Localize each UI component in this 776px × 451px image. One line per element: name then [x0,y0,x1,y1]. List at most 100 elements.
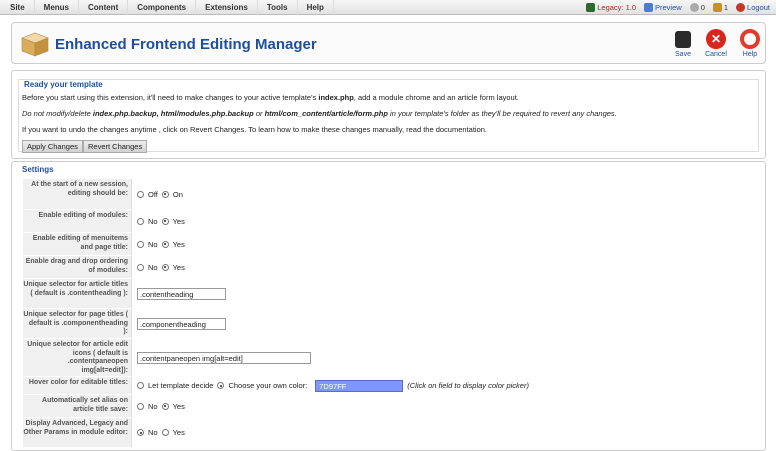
setting-control: Let template decide Choose your own colo… [137,377,529,394]
option-label: Yes [172,239,185,249]
help-button[interactable]: Help [736,29,764,58]
legacy-label: Legacy: 1.0 [597,3,637,12]
setting-row: Enable editing of menuitems and page tit… [23,233,758,256]
help-label: Help [742,51,758,58]
preview-icon [644,3,654,12]
ready-template-panel: Ready your template Before you start usi… [11,70,766,159]
logout-link[interactable]: Logout [736,3,770,12]
setting-control: No Yes [137,256,185,278]
status-bar: Legacy: 1.0 Preview 0 1 Logout [586,0,770,15]
setting-label: Enable editing of menuitems and page tit… [23,233,132,255]
radio-off[interactable] [137,190,144,198]
cancel-x-icon: ✕ [706,29,726,49]
setting-label: At the start of a new session, editing s… [23,179,132,209]
radio-no[interactable] [137,240,144,248]
hover-color-input[interactable]: 7D97FF [315,379,404,392]
setting-row: Hover color for editable titles: Let tem… [23,377,758,395]
setting-row: Enable editing of modules: No Yes [23,210,758,233]
page-title-selector-input[interactable]: .componentheading [137,317,226,330]
menu-bar: Site Menus Content Components Extensions… [0,0,776,15]
menu-extensions[interactable]: Extensions [196,0,258,15]
setting-label: Enable editing of modules: [23,210,132,232]
settings-panel: Settings At the start of a new session, … [11,161,766,451]
radio-no[interactable] [137,263,144,271]
revert-changes-button[interactable]: Revert Changes [83,140,148,153]
setting-label: Unique selector for article edit icons (… [23,339,132,376]
setting-label: Unique selector for article titles ( def… [23,279,132,308]
setting-label: Automatically set alias on article title… [23,395,132,417]
option-label: Let template decide [148,381,214,390]
option-label: Off [148,189,158,199]
setting-row: At the start of a new session, editing s… [23,179,758,210]
setting-row: Display Advanced, Legacy and Other Param… [23,418,758,448]
messages-count[interactable]: 0 [689,3,705,12]
floppy-disk-icon [675,31,691,48]
menu-menus[interactable]: Menus [35,0,80,15]
toolbar-header: Enhanced Frontend Editing Manager Save ✕… [11,22,766,64]
radio-yes[interactable] [161,402,169,410]
option-label: Yes [172,428,185,437]
setting-row: Unique selector for page titles ( defaul… [23,309,758,339]
legacy-icon [586,3,596,12]
menu-content[interactable]: Content [79,0,129,15]
edit-icon-selector-input[interactable]: .contentpaneopen img[alt=edit] [137,351,311,364]
radio-yes[interactable] [161,263,169,271]
page-title: Enhanced Frontend Editing Manager [55,36,317,53]
radio-no[interactable] [137,429,144,436]
box-logo-icon [21,32,49,57]
radio-template-decide[interactable] [137,382,144,389]
preview-label: Preview [655,3,682,12]
users-icon [712,3,722,12]
setting-control: .contentpaneopen img[alt=edit] [137,339,311,376]
ready-line-2: Do not modify/delete index.php.backup, h… [22,109,617,118]
option-label: No [148,428,158,437]
menu-help[interactable]: Help [298,0,334,15]
messages-icon [689,3,699,12]
cancel-label: Cancel [705,51,727,58]
article-title-selector-input[interactable]: .contentheading [137,287,226,300]
apply-changes-button[interactable]: Apply Changes [22,140,83,153]
option-label: No [148,239,158,249]
preview-link[interactable]: Preview [644,3,682,12]
setting-row: Enable drag and drop ordering of modules… [23,256,758,279]
setting-control: No Yes [137,210,185,232]
legacy-status: Legacy: 1.0 [586,3,636,12]
radio-yes[interactable] [161,429,169,436]
users-label: 1 [723,3,729,12]
menu-site[interactable]: Site [0,0,35,15]
ready-line-3: If you want to undo the changes anytime … [22,125,487,134]
radio-no[interactable] [137,217,144,225]
option-label: On [172,189,183,199]
option-label: Yes [172,216,185,226]
setting-row: Unique selector for article edit icons (… [23,339,758,377]
ready-line-1: Before you start using this extension, i… [22,93,519,102]
save-button[interactable]: Save [669,29,697,58]
save-label: Save [675,51,691,58]
radio-no[interactable] [137,402,144,410]
radio-own-color[interactable] [217,382,225,389]
menu-tools[interactable]: Tools [258,0,298,15]
settings-legend: Settings [22,165,54,174]
logout-icon [736,3,746,12]
option-label: No [148,401,158,411]
color-picker-hint: (Click on field to display color picker) [407,381,529,390]
option-label: No [148,262,158,272]
option-label: No [148,216,158,226]
lifebuoy-icon [740,29,760,49]
setting-label: Unique selector for page titles ( defaul… [23,309,132,338]
setting-control: No Yes [137,233,185,255]
users-count[interactable]: 1 [712,3,729,12]
cancel-button[interactable]: ✕ Cancel [702,29,730,58]
option-label: Yes [172,401,185,411]
setting-row: Unique selector for article titles ( def… [23,279,758,309]
radio-yes[interactable] [161,217,169,225]
radio-yes[interactable] [161,240,169,248]
messages-label: 0 [700,3,705,12]
setting-label: Enable drag and drop ordering of modules… [23,256,132,278]
radio-on[interactable] [161,190,169,198]
option-label: Choose your own color: [228,381,308,390]
menu-components[interactable]: Components [128,0,197,15]
setting-control: Off On [137,179,183,209]
setting-control: No Yes [137,395,185,417]
setting-control: .componentheading [137,309,226,338]
